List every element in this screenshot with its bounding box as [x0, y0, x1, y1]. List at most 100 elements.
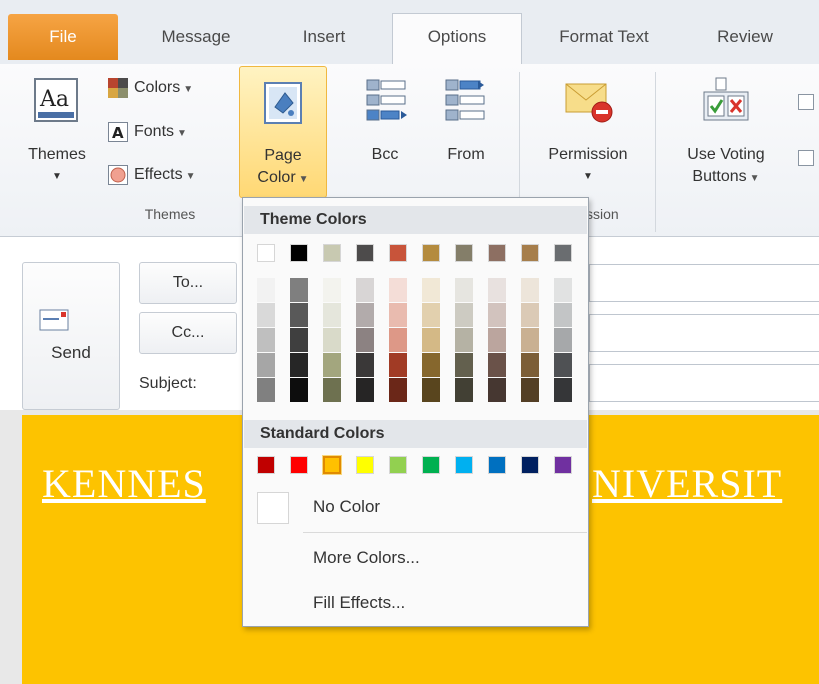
- fill-effects-item[interactable]: Fill Effects...: [313, 589, 405, 617]
- theme-color-shade-swatch[interactable]: [356, 353, 374, 377]
- theme-color-shade-swatch[interactable]: [455, 278, 473, 302]
- theme-color-shade-swatch[interactable]: [521, 278, 539, 302]
- theme-color-shade-swatch[interactable]: [488, 353, 506, 377]
- cc-field[interactable]: [589, 314, 819, 352]
- theme-color-shade-swatch[interactable]: [257, 328, 275, 352]
- standard-color-swatch[interactable]: [389, 456, 407, 474]
- themes-button[interactable]: Aa Themes ▼: [14, 72, 100, 192]
- standard-color-swatch[interactable]: [488, 456, 506, 474]
- theme-color-shade-swatch[interactable]: [323, 378, 341, 402]
- theme-color-shade-swatch[interactable]: [290, 278, 308, 302]
- theme-color-shade-swatch[interactable]: [257, 303, 275, 327]
- standard-color-swatch[interactable]: [455, 456, 473, 474]
- colors-button[interactable]: Colors ▼: [108, 76, 193, 100]
- theme-color-shade-swatch[interactable]: [422, 328, 440, 352]
- checkbox[interactable]: [798, 94, 814, 110]
- standard-color-swatch[interactable]: [521, 456, 539, 474]
- theme-color-shade-swatch[interactable]: [290, 328, 308, 352]
- theme-color-swatch[interactable]: [290, 244, 308, 262]
- to-field[interactable]: [589, 264, 819, 302]
- theme-color-shade-swatch[interactable]: [389, 353, 407, 377]
- theme-color-swatch[interactable]: [257, 244, 275, 262]
- theme-color-shade-swatch[interactable]: [323, 303, 341, 327]
- more-colors-item[interactable]: More Colors...: [313, 544, 420, 572]
- theme-color-swatch[interactable]: [455, 244, 473, 262]
- tab-file[interactable]: File: [8, 14, 118, 60]
- theme-color-shade-swatch[interactable]: [554, 328, 572, 352]
- theme-color-shade-swatch[interactable]: [356, 378, 374, 402]
- permission-group-label: ssion: [586, 206, 619, 222]
- tab-insert[interactable]: Insert: [272, 14, 376, 64]
- theme-color-shade-swatch[interactable]: [422, 353, 440, 377]
- theme-color-shade-swatch[interactable]: [455, 353, 473, 377]
- theme-color-shade-swatch[interactable]: [356, 303, 374, 327]
- cc-button[interactable]: Cc...: [139, 312, 237, 354]
- standard-color-swatch[interactable]: [322, 455, 342, 475]
- themes-button-label: Themes: [28, 146, 86, 163]
- theme-color-swatch[interactable]: [356, 244, 374, 262]
- theme-color-swatch[interactable]: [488, 244, 506, 262]
- theme-color-swatch[interactable]: [422, 244, 440, 262]
- theme-color-shade-swatch[interactable]: [323, 353, 341, 377]
- theme-color-shade-swatch[interactable]: [455, 303, 473, 327]
- theme-color-shade-swatch[interactable]: [389, 303, 407, 327]
- theme-color-swatch[interactable]: [323, 244, 341, 262]
- theme-color-shade-swatch[interactable]: [488, 278, 506, 302]
- theme-color-shade-swatch[interactable]: [257, 353, 275, 377]
- theme-color-shade-swatch[interactable]: [257, 278, 275, 302]
- theme-color-shade-swatch[interactable]: [455, 328, 473, 352]
- theme-color-shade-swatch[interactable]: [554, 278, 572, 302]
- theme-color-shade-swatch[interactable]: [554, 353, 572, 377]
- svg-text:A: A: [112, 124, 124, 142]
- standard-color-swatch[interactable]: [257, 456, 275, 474]
- theme-color-swatch[interactable]: [554, 244, 572, 262]
- theme-color-shade-swatch[interactable]: [389, 328, 407, 352]
- theme-color-shade-swatch[interactable]: [455, 378, 473, 402]
- tab-options[interactable]: Options: [392, 13, 522, 65]
- theme-color-shade-swatch[interactable]: [290, 353, 308, 377]
- from-label: From: [447, 146, 485, 163]
- theme-color-shade-swatch[interactable]: [521, 303, 539, 327]
- standard-color-swatch[interactable]: [554, 456, 572, 474]
- theme-color-shade-swatch[interactable]: [389, 278, 407, 302]
- to-button[interactable]: To...: [139, 262, 237, 304]
- permission-button[interactable]: Permission ▼: [526, 72, 650, 192]
- theme-color-shade-swatch[interactable]: [521, 378, 539, 402]
- effects-button[interactable]: Effects ▼: [108, 163, 196, 187]
- tab-message[interactable]: Message: [134, 14, 258, 64]
- theme-color-shade-swatch[interactable]: [290, 303, 308, 327]
- theme-color-shade-swatch[interactable]: [554, 378, 572, 402]
- theme-color-shade-swatch[interactable]: [356, 278, 374, 302]
- send-button[interactable]: Send: [22, 262, 120, 410]
- theme-color-shade-swatch[interactable]: [257, 378, 275, 402]
- subject-field[interactable]: [589, 364, 819, 402]
- theme-color-shade-swatch[interactable]: [554, 303, 572, 327]
- checkbox[interactable]: [798, 150, 814, 166]
- no-color-item[interactable]: No Color: [313, 493, 380, 521]
- theme-color-shade-swatch[interactable]: [521, 328, 539, 352]
- theme-color-shade-swatch[interactable]: [521, 353, 539, 377]
- theme-color-shade-swatch[interactable]: [422, 378, 440, 402]
- bcc-button[interactable]: Bcc: [345, 72, 425, 182]
- from-button[interactable]: From: [426, 72, 506, 182]
- theme-color-shade-swatch[interactable]: [488, 328, 506, 352]
- theme-color-shade-swatch[interactable]: [356, 328, 374, 352]
- theme-color-shade-swatch[interactable]: [290, 378, 308, 402]
- tab-format-text[interactable]: Format Text: [534, 14, 674, 64]
- theme-color-shade-swatch[interactable]: [488, 303, 506, 327]
- standard-color-swatch[interactable]: [290, 456, 308, 474]
- fonts-button[interactable]: A Fonts ▼: [108, 120, 187, 144]
- use-voting-buttons[interactable]: Use Voting Buttons ▼: [664, 72, 788, 192]
- theme-color-shade-swatch[interactable]: [422, 278, 440, 302]
- standard-color-swatch[interactable]: [422, 456, 440, 474]
- page-color-button[interactable]: Page Color ▼: [239, 66, 327, 198]
- theme-color-shade-swatch[interactable]: [323, 278, 341, 302]
- theme-color-shade-swatch[interactable]: [323, 328, 341, 352]
- theme-color-shade-swatch[interactable]: [389, 378, 407, 402]
- theme-color-shade-swatch[interactable]: [488, 378, 506, 402]
- standard-color-swatch[interactable]: [356, 456, 374, 474]
- theme-color-swatch[interactable]: [521, 244, 539, 262]
- tab-review[interactable]: Review: [690, 14, 800, 64]
- theme-color-swatch[interactable]: [389, 244, 407, 262]
- theme-color-shade-swatch[interactable]: [422, 303, 440, 327]
